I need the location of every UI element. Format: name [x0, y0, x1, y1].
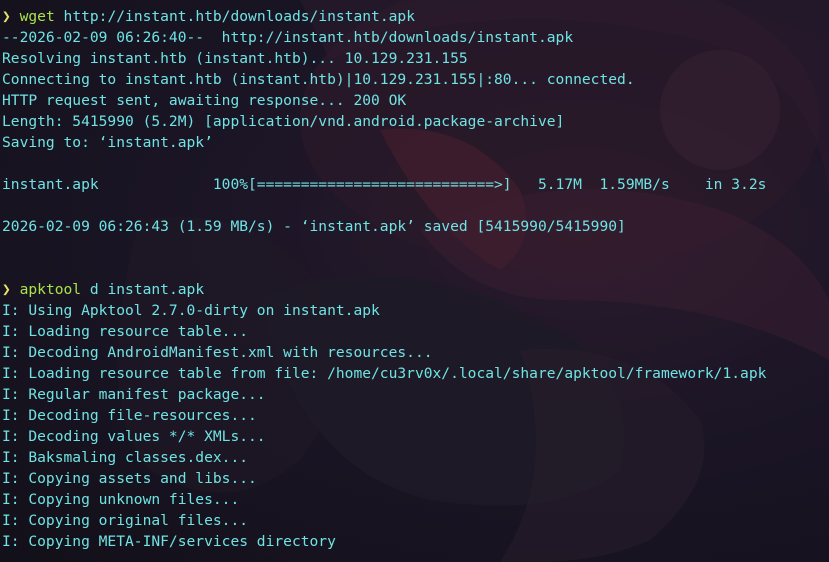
output-line: --2026-02-09 06:26:40-- http://instant.h… — [2, 29, 574, 46]
output-line: HTTP request sent, awaiting response... … — [2, 92, 407, 109]
command-args: d instant.apk — [81, 281, 205, 298]
prompt-chevron-icon: ❯ — [2, 8, 11, 25]
output-line: I: Copying original files... — [2, 512, 249, 529]
output-line: I: Regular manifest package... — [2, 386, 266, 403]
output-line: I: Loading resource table... — [2, 323, 249, 340]
output-line: I: Decoding AndroidManifest.xml with res… — [2, 344, 433, 361]
terminal-output: ❯ wget http://instant.htb/downloads/inst… — [2, 6, 829, 552]
terminal-window[interactable]: ❯ wget http://instant.htb/downloads/inst… — [0, 0, 829, 562]
command-name: apktool — [19, 281, 82, 298]
output-line: I: Baksmaling classes.dex... — [2, 449, 249, 466]
output-line: I: Decoding file-resources... — [2, 407, 257, 424]
output-line: Connecting to instant.htb (instant.htb)|… — [2, 71, 635, 88]
command-line: ❯ apktool d instant.apk — [2, 279, 829, 300]
output-line: Resolving instant.htb (instant.htb)... 1… — [2, 50, 468, 67]
output-line: I: Loading resource table from file: /ho… — [2, 365, 767, 382]
output-line: Saving to: ‘instant.apk’ — [2, 134, 213, 151]
command-name: wget — [19, 8, 55, 25]
output-line: Length: 5415990 (5.2M) [application/vnd.… — [2, 113, 565, 130]
output-line: I: Decoding values */* XMLs... — [2, 428, 266, 445]
output-line: I: Copying unknown files... — [2, 491, 240, 508]
command-output: --2026-02-09 06:26:40-- http://instant.h… — [2, 27, 829, 279]
output-line: I: Copying META-INF/services directory — [2, 533, 336, 550]
output-line: 2026-02-09 06:26:43 (1.59 MB/s) - ‘insta… — [2, 218, 626, 235]
prompt-chevron-icon: ❯ — [2, 281, 11, 298]
output-line: I: Copying assets and libs... — [2, 470, 257, 487]
output-line: instant.apk 100%[=======================… — [2, 176, 767, 193]
command-args: http://instant.htb/downloads/instant.apk — [54, 8, 415, 25]
output-line: I: Using Apktool 2.7.0-dirty on instant.… — [2, 302, 380, 319]
command-line: ❯ wget http://instant.htb/downloads/inst… — [2, 6, 829, 27]
command-output: I: Using Apktool 2.7.0-dirty on instant.… — [2, 300, 829, 552]
